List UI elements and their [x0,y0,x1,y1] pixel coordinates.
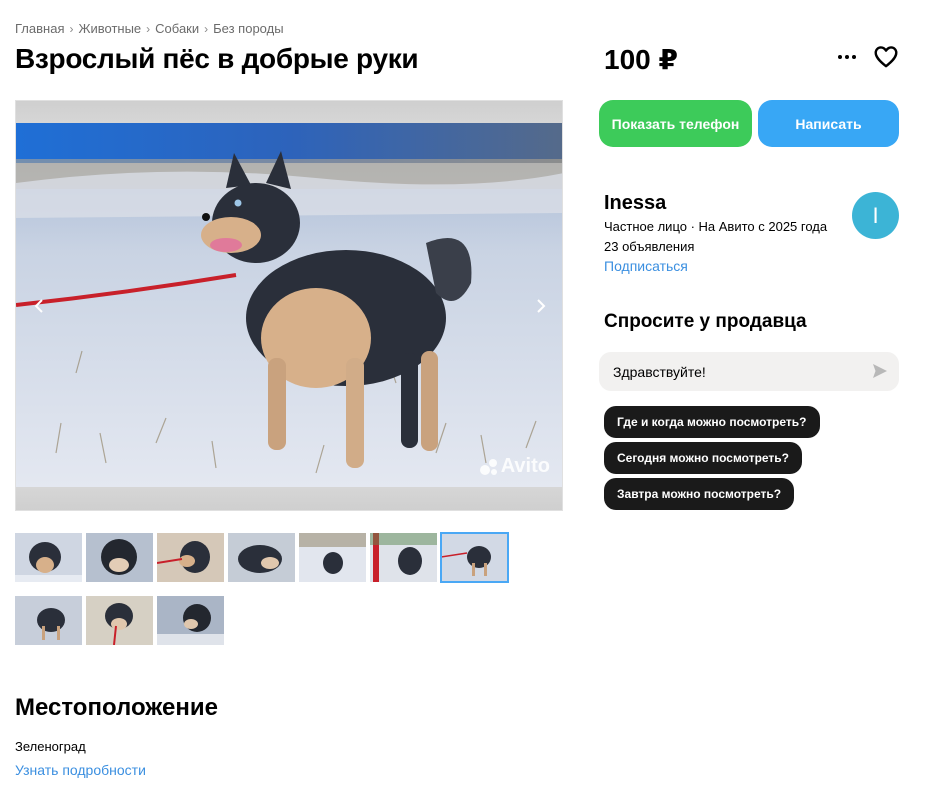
breadcrumb: Главная › Животные › Собаки › Без породы [15,21,284,36]
breadcrumb-separator: › [69,21,74,36]
breadcrumb-dogs[interactable]: Собаки [155,21,199,36]
heart-icon[interactable] [873,44,899,70]
price: 100 ₽ [604,44,678,75]
show-phone-button[interactable]: Показать телефон [599,100,752,147]
message-input-wrapper [599,352,899,391]
seller-name[interactable]: Inessa [604,192,666,215]
seller-info: Частное лицо · На Авито с 2025 года [604,219,828,234]
location-city: Зеленоград [15,739,86,754]
location-title: Местоположение [15,694,218,721]
chevron-left-icon[interactable] [29,296,49,316]
photo-blur-bottom [16,487,562,510]
avatar[interactable]: I [852,192,899,239]
write-message-button[interactable]: Написать [758,100,899,147]
thumbnail-4[interactable] [228,533,295,582]
chevron-right-icon[interactable] [531,296,551,316]
thumbnail-7[interactable] [440,532,509,583]
location-details-link[interactable]: Узнать подробности [15,762,146,778]
main-photo [16,123,562,489]
avito-watermark: Avito [479,455,550,478]
seller-ads-count[interactable]: 23 объявления [604,239,694,254]
subscribe-link[interactable]: Подписаться [604,258,688,274]
thumbnail-9[interactable] [86,596,153,645]
thumbnail-1[interactable] [15,533,82,582]
send-icon[interactable] [871,362,889,380]
thumbnail-6[interactable] [370,533,437,582]
quick-question-chip[interactable]: Сегодня можно посмотреть? [604,442,803,474]
message-input[interactable] [613,363,853,380]
more-dots-icon[interactable] [833,44,861,70]
breadcrumb-separator: › [204,21,209,36]
page-title: Взрослый пёс в добрые руки [15,43,419,74]
thumbnail-3[interactable] [157,533,224,582]
photo-blur-top [16,101,562,123]
avito-logo-icon [479,458,497,475]
thumbnail-8[interactable] [15,596,82,645]
photo-gallery[interactable]: Avito [15,100,563,511]
breadcrumb-mixed-breed[interactable]: Без породы [213,21,283,36]
quick-question-chip[interactable]: Завтра можно посмотреть? [604,478,795,510]
thumbnail-10[interactable] [157,596,224,645]
ask-seller-title: Спросите у продавца [604,311,807,332]
breadcrumb-home[interactable]: Главная [15,21,64,36]
quick-question-chip[interactable]: Где и когда можно посмотреть? [604,406,820,438]
breadcrumb-animals[interactable]: Животные [78,21,141,36]
thumbnail-5[interactable] [299,533,366,582]
thumbnail-2[interactable] [86,533,153,582]
breadcrumb-separator: › [146,21,151,36]
